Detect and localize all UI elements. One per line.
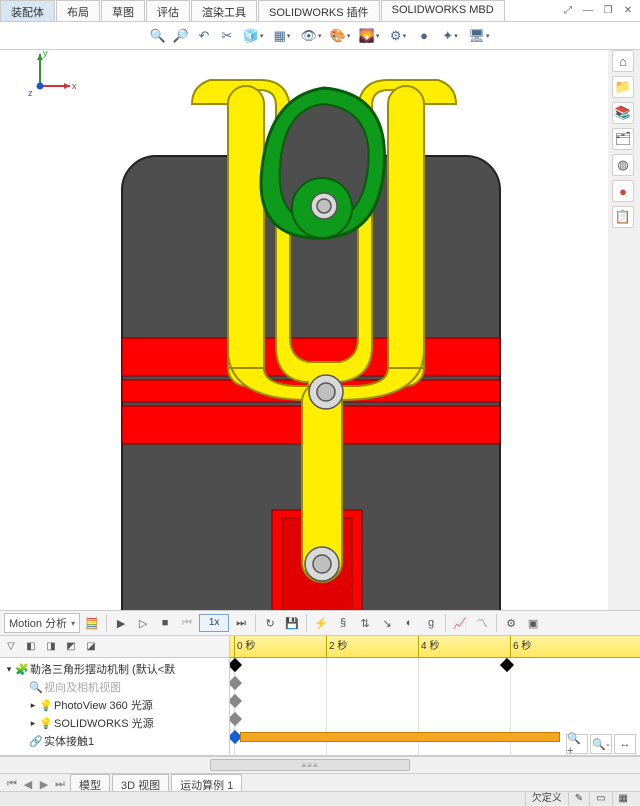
- keyframe[interactable]: [230, 658, 242, 672]
- zoom-fit-time-icon[interactable]: ↔: [614, 734, 636, 754]
- minimize-icon[interactable]: —: [580, 4, 596, 18]
- tick-6: 6 秒: [510, 636, 531, 657]
- damper-icon[interactable]: ⇅: [355, 613, 375, 633]
- tab-nav-next[interactable]: ▶: [36, 778, 52, 791]
- play-icon[interactable]: ▷: [133, 613, 153, 633]
- motion-tree-body[interactable]: ▾🧩 勒洛三角形摆动机制 (默认<默 🔍视向及相机视图 ▸💡 PhotoView…: [0, 658, 229, 755]
- tab-sketch[interactable]: 草图: [101, 0, 145, 21]
- tree-camera[interactable]: 🔍视向及相机视图: [0, 678, 229, 696]
- window-controls: ⤢ — ❐ ✕: [560, 0, 640, 21]
- plot-icon[interactable]: 〽: [472, 613, 492, 633]
- prev-icon[interactable]: ⏮: [177, 613, 197, 633]
- motion-timeline: ▽ ◧ ◨ ◩ ◪ ▾🧩 勒洛三角形摆动机制 (默认<默 🔍视向及相机视图 ▸💡…: [0, 636, 640, 756]
- appearance-dropdown[interactable]: 🎨: [327, 26, 353, 46]
- section-view-icon[interactable]: ✂: [217, 26, 237, 46]
- tab-nav-first[interactable]: ⏮: [4, 778, 20, 791]
- tree-sw-lights[interactable]: ▸💡 SOLIDWORKS 光源: [0, 714, 229, 732]
- svg-text:x: x: [72, 81, 77, 91]
- scrollbar-thumb[interactable]: ≡≡≡: [210, 759, 410, 771]
- axis-triad[interactable]: x y z: [20, 46, 628, 606]
- tree-root[interactable]: ▾🧩 勒洛三角形摆动机制 (默认<默: [0, 660, 229, 678]
- scene-dropdown[interactable]: 🌄: [356, 26, 382, 46]
- graphics-viewport[interactable]: x y z: [0, 50, 608, 610]
- stop-icon[interactable]: ■: [155, 613, 175, 633]
- keyframe[interactable]: [230, 712, 242, 726]
- contact-bar[interactable]: [240, 732, 560, 742]
- zoom-fit-icon[interactable]: 🔍: [148, 26, 168, 46]
- spring-icon[interactable]: §: [333, 613, 353, 633]
- zoom-in-icon[interactable]: 🔍+: [566, 734, 588, 754]
- playback-speed[interactable]: 1x: [199, 614, 229, 632]
- timeline-zoom: 🔍+ 🔍- ↔: [566, 734, 636, 754]
- display-style-dropdown[interactable]: ▦: [269, 26, 295, 46]
- keyframe[interactable]: [230, 694, 242, 708]
- loop-icon[interactable]: ↻: [260, 613, 280, 633]
- results-icon[interactable]: 📈: [450, 613, 470, 633]
- view-settings-dropdown[interactable]: ⚙: [385, 26, 411, 46]
- tree-photoview[interactable]: ▸💡 PhotoView 360 光源: [0, 696, 229, 714]
- view-orientation-dropdown[interactable]: 🧊: [240, 26, 266, 46]
- motor-icon[interactable]: ⚡: [311, 613, 331, 633]
- timeline-scrollbar[interactable]: ≡≡≡: [0, 756, 640, 774]
- close-icon[interactable]: ✕: [620, 4, 636, 18]
- tick-4: 4 秒: [418, 636, 439, 657]
- expand-icon[interactable]: ⤢: [560, 4, 576, 18]
- keyframe[interactable]: [500, 658, 514, 672]
- study-props-icon[interactable]: ⚙: [501, 613, 521, 633]
- keyframe[interactable]: [230, 676, 242, 690]
- filter-icon[interactable]: ▽: [2, 638, 20, 656]
- motion-tree: ▽ ◧ ◨ ◩ ◪ ▾🧩 勒洛三角形摆动机制 (默认<默 🔍视向及相机视图 ▸💡…: [0, 636, 230, 755]
- command-manager-tabs: 装配体 布局 草图 评估 渲染工具 SOLIDWORKS 插件 SOLIDWOR…: [0, 0, 640, 22]
- motion-tree-toolbar: ▽ ◧ ◨ ◩ ◪: [0, 636, 229, 658]
- next-icon[interactable]: ⏭: [231, 613, 251, 633]
- tab-render[interactable]: 渲染工具: [191, 0, 257, 21]
- filter-driven-icon[interactable]: ◧: [22, 638, 40, 656]
- svg-text:y: y: [43, 48, 48, 58]
- tree-root-label: 勒洛三角形摆动机制 (默认<默: [30, 661, 175, 677]
- display-dropdown[interactable]: 🖥: [466, 26, 492, 46]
- motion-study-toolbar: Motion 分析 🧮 ▶ ▷ ■ ⏮ 1x ⏭ ↻ 💾 ⚡ § ⇅ ↘ ◐ g…: [0, 610, 640, 636]
- previous-view-icon[interactable]: ↶: [194, 26, 214, 46]
- save-anim-icon[interactable]: 💾: [282, 613, 302, 633]
- tab-assembly[interactable]: 装配体: [0, 0, 55, 21]
- status-edits-icon[interactable]: ✎: [568, 792, 589, 806]
- tab-evaluate[interactable]: 评估: [146, 0, 190, 21]
- contact-icon[interactable]: ◐: [399, 613, 419, 633]
- collapse-icon[interactable]: ▣: [523, 613, 543, 633]
- hide-show-dropdown[interactable]: 👁: [298, 26, 324, 46]
- force-icon[interactable]: ↘: [377, 613, 397, 633]
- zoom-area-icon[interactable]: 🔎: [171, 26, 191, 46]
- timeline-tracks[interactable]: 0 秒 2 秒 4 秒 6 秒 🔍+ 🔍- ↔: [230, 636, 640, 755]
- tab-layout[interactable]: 布局: [56, 0, 100, 21]
- gravity-icon[interactable]: g: [421, 613, 441, 633]
- status-units-icon[interactable]: ▦: [612, 792, 634, 806]
- tab-mbd[interactable]: SOLIDWORKS MBD: [381, 0, 505, 21]
- status-page-icon[interactable]: ▭: [589, 792, 611, 806]
- filter-anim-icon[interactable]: ◪: [82, 638, 100, 656]
- status-definition: 欠定义: [525, 792, 568, 806]
- timeline-body[interactable]: 🔍+ 🔍- ↔: [230, 658, 640, 755]
- tick-2: 2 秒: [326, 636, 347, 657]
- render-preview-icon[interactable]: ●: [414, 26, 434, 46]
- filter-results-icon[interactable]: ◩: [62, 638, 80, 656]
- tab-nav-last[interactable]: ⏭: [52, 778, 68, 791]
- time-ruler[interactable]: 0 秒 2 秒 4 秒 6 秒: [230, 636, 640, 658]
- study-type-dropdown[interactable]: Motion 分析: [4, 613, 80, 633]
- status-bar: 欠定义 ✎ ▭ ▦: [0, 791, 640, 805]
- tick-0: 0 秒: [234, 636, 255, 657]
- play-start-icon[interactable]: ▶: [111, 613, 131, 633]
- zoom-out-icon[interactable]: 🔍-: [590, 734, 612, 754]
- tab-nav-prev[interactable]: ◀: [20, 778, 36, 791]
- tree-contact[interactable]: 🔗实体接触1: [0, 732, 229, 750]
- tab-addins[interactable]: SOLIDWORKS 插件: [258, 0, 380, 21]
- render-tools-dropdown[interactable]: ✦: [437, 26, 463, 46]
- filter-selected-icon[interactable]: ◨: [42, 638, 60, 656]
- svg-text:z: z: [28, 88, 33, 98]
- calculate-icon[interactable]: 🧮: [82, 613, 102, 633]
- restore-icon[interactable]: ❐: [600, 4, 616, 18]
